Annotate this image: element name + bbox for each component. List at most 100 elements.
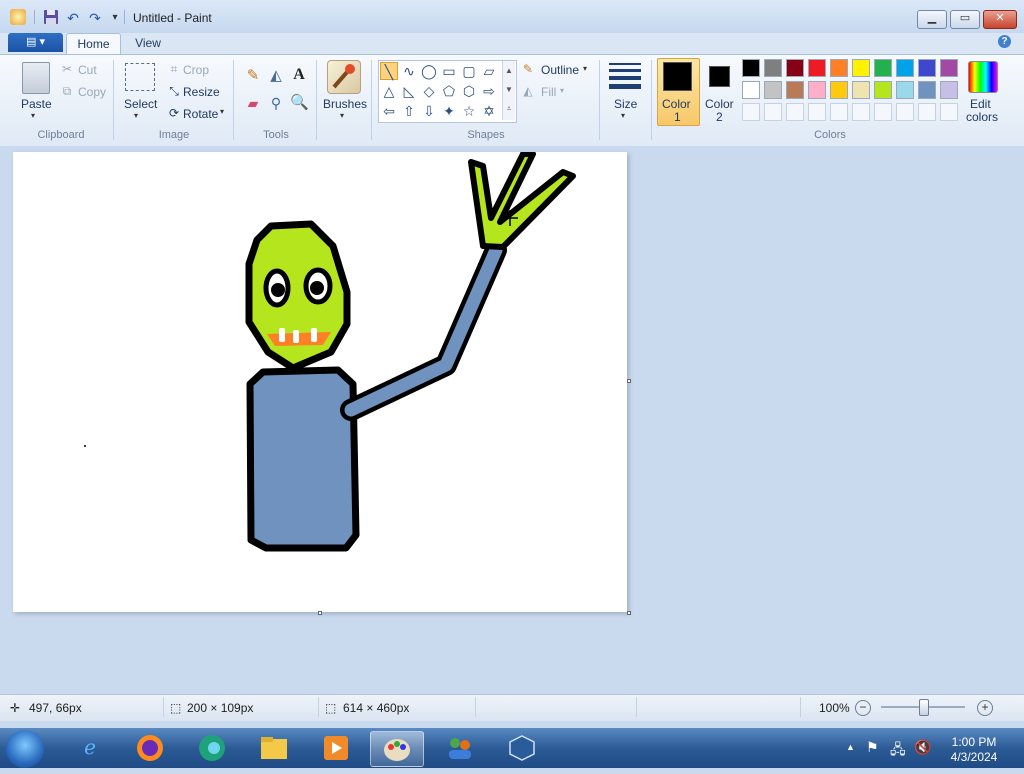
drawing-canvas[interactable] bbox=[13, 151, 627, 612]
shape-four-point-star-icon[interactable]: ✦ bbox=[440, 102, 458, 120]
shape-pentagon-icon[interactable]: ⬠ bbox=[440, 82, 458, 100]
copy-button[interactable]: Copy bbox=[78, 85, 106, 99]
canvas-resize-handle-bottom[interactable] bbox=[318, 611, 322, 615]
shape-hexagon-icon[interactable]: ⬡ bbox=[460, 82, 478, 100]
network-users-icon[interactable] bbox=[434, 731, 486, 765]
save-icon[interactable] bbox=[42, 9, 60, 27]
shape-triangle-icon[interactable]: △ bbox=[380, 82, 398, 100]
close-button[interactable]: ✕ bbox=[983, 10, 1017, 29]
magnifier-icon[interactable]: 🔍 bbox=[290, 95, 309, 114]
zoom-out-button[interactable]: − bbox=[855, 700, 871, 716]
shape-right-triangle-icon[interactable]: ◺ bbox=[400, 82, 418, 100]
brushes-dropdown-icon[interactable]: ▾ bbox=[340, 111, 344, 120]
file-explorer-icon[interactable] bbox=[248, 731, 300, 765]
edit-colors-label[interactable]: Edit bbox=[970, 97, 991, 111]
custom-color-slot[interactable] bbox=[830, 103, 848, 121]
cut-icon[interactable]: ✂ bbox=[60, 62, 74, 76]
edge-icon[interactable] bbox=[186, 731, 238, 765]
select-icon[interactable] bbox=[125, 63, 155, 91]
paint-taskbar-icon[interactable] bbox=[370, 731, 424, 767]
shape-left-arrow-icon[interactable]: ⇦ bbox=[380, 102, 398, 120]
paste-button[interactable]: Paste bbox=[21, 97, 52, 111]
crop-button[interactable]: Crop bbox=[183, 63, 209, 77]
resize-icon[interactable]: ⤡ bbox=[167, 84, 181, 98]
paste-dropdown-icon[interactable]: ▾ bbox=[31, 111, 35, 120]
custom-color-slot[interactable] bbox=[764, 103, 782, 121]
volume-muted-icon[interactable]: 🔇 bbox=[914, 739, 931, 756]
color2-swatch[interactable] bbox=[709, 66, 730, 87]
undo-icon[interactable]: ↶ bbox=[64, 9, 82, 27]
custom-color-slot[interactable] bbox=[808, 103, 826, 121]
palette-swatch[interactable] bbox=[764, 59, 782, 77]
palette-swatch[interactable] bbox=[764, 81, 782, 99]
paint-app-icon[interactable] bbox=[10, 9, 26, 25]
zoom-in-button[interactable]: + bbox=[977, 700, 993, 716]
canvas-resize-handle-right[interactable] bbox=[627, 379, 631, 383]
color1-swatch[interactable] bbox=[663, 62, 692, 91]
shape-six-point-star-icon[interactable]: ✡ bbox=[480, 102, 498, 120]
crop-icon[interactable]: ⌗ bbox=[167, 62, 181, 76]
eraser-icon[interactable]: ▰ bbox=[244, 96, 262, 114]
cut-button[interactable]: Cut bbox=[78, 63, 97, 77]
palette-swatch[interactable] bbox=[808, 81, 826, 99]
help-icon[interactable]: ? bbox=[998, 35, 1011, 48]
paint-menu-button[interactable]: ▤ ▾ bbox=[8, 33, 63, 52]
action-center-icon[interactable]: ⚑ bbox=[866, 739, 879, 756]
fill-button[interactable]: Fill bbox=[541, 85, 556, 99]
internet-explorer-icon[interactable]: ℯ bbox=[64, 731, 116, 765]
redo-icon[interactable]: ↷ bbox=[86, 9, 104, 27]
palette-swatch[interactable] bbox=[742, 81, 760, 99]
palette-swatch[interactable] bbox=[808, 59, 826, 77]
rotate-dropdown-icon[interactable]: ▾ bbox=[220, 107, 224, 116]
customize-toolbar-icon[interactable]: ▾ bbox=[106, 9, 124, 27]
media-player-icon[interactable] bbox=[310, 731, 362, 765]
palette-swatch[interactable] bbox=[896, 59, 914, 77]
size-button[interactable]: Size bbox=[614, 97, 637, 111]
shape-curve-icon[interactable]: ∿ bbox=[400, 62, 418, 80]
custom-color-slot[interactable] bbox=[940, 103, 958, 121]
palette-swatch[interactable] bbox=[786, 59, 804, 77]
fill-icon[interactable]: ◭ bbox=[521, 84, 535, 98]
pencil-icon[interactable]: ✎ bbox=[244, 68, 262, 87]
canvas-resize-handle-corner[interactable] bbox=[627, 611, 631, 615]
palette-swatch[interactable] bbox=[830, 59, 848, 77]
shape-up-arrow-icon[interactable]: ⇧ bbox=[400, 102, 418, 120]
paste-icon[interactable] bbox=[22, 62, 50, 94]
palette-swatch[interactable] bbox=[918, 59, 936, 77]
shape-rectangle-icon[interactable]: ▭ bbox=[440, 62, 458, 80]
fill-dropdown-icon[interactable]: ▾ bbox=[560, 86, 564, 95]
palette-swatch[interactable] bbox=[852, 59, 870, 77]
palette-swatch[interactable] bbox=[874, 81, 892, 99]
zoom-slider-thumb[interactable] bbox=[919, 699, 929, 716]
brushes-icon[interactable] bbox=[327, 60, 361, 94]
rotate-icon[interactable]: ⟳ bbox=[167, 106, 181, 120]
select-dropdown-icon[interactable]: ▾ bbox=[134, 111, 138, 120]
start-button[interactable] bbox=[6, 730, 44, 768]
custom-color-slot[interactable] bbox=[874, 103, 892, 121]
shape-down-arrow-icon[interactable]: ⇩ bbox=[420, 102, 438, 120]
minimize-button[interactable]: ▁ bbox=[917, 10, 947, 29]
shapes-scroll[interactable]: ▲ ▼ ⩡ bbox=[502, 61, 515, 120]
custom-color-slot[interactable] bbox=[918, 103, 936, 121]
rotate-button[interactable]: Rotate bbox=[183, 107, 218, 121]
shape-five-point-star-icon[interactable]: ☆ bbox=[460, 102, 478, 120]
palette-swatch[interactable] bbox=[896, 81, 914, 99]
shape-rounded-rectangle-icon[interactable]: ▢ bbox=[460, 62, 478, 80]
palette-swatch[interactable] bbox=[742, 59, 760, 77]
palette-swatch[interactable] bbox=[830, 81, 848, 99]
shape-line-icon[interactable]: ╲ bbox=[380, 62, 398, 80]
resize-button[interactable]: Resize bbox=[183, 85, 220, 99]
palette-swatch[interactable] bbox=[940, 81, 958, 99]
palette-swatch[interactable] bbox=[786, 81, 804, 99]
shape-right-arrow-icon[interactable]: ⇨ bbox=[480, 82, 498, 100]
outline-icon[interactable]: ✎ bbox=[521, 62, 535, 76]
tab-home[interactable]: Home bbox=[66, 33, 121, 55]
show-hidden-icons[interactable]: ▲ bbox=[846, 742, 855, 752]
shape-oval-icon[interactable]: ◯ bbox=[420, 62, 438, 80]
copy-icon[interactable]: ⧉ bbox=[60, 84, 74, 98]
shape-diamond-icon[interactable]: ◇ bbox=[420, 82, 438, 100]
palette-swatch[interactable] bbox=[918, 81, 936, 99]
virtualbox-icon[interactable] bbox=[496, 731, 548, 765]
text-tool-icon[interactable]: A bbox=[290, 67, 308, 86]
shape-polygon-icon[interactable]: ⏥ bbox=[480, 62, 498, 80]
